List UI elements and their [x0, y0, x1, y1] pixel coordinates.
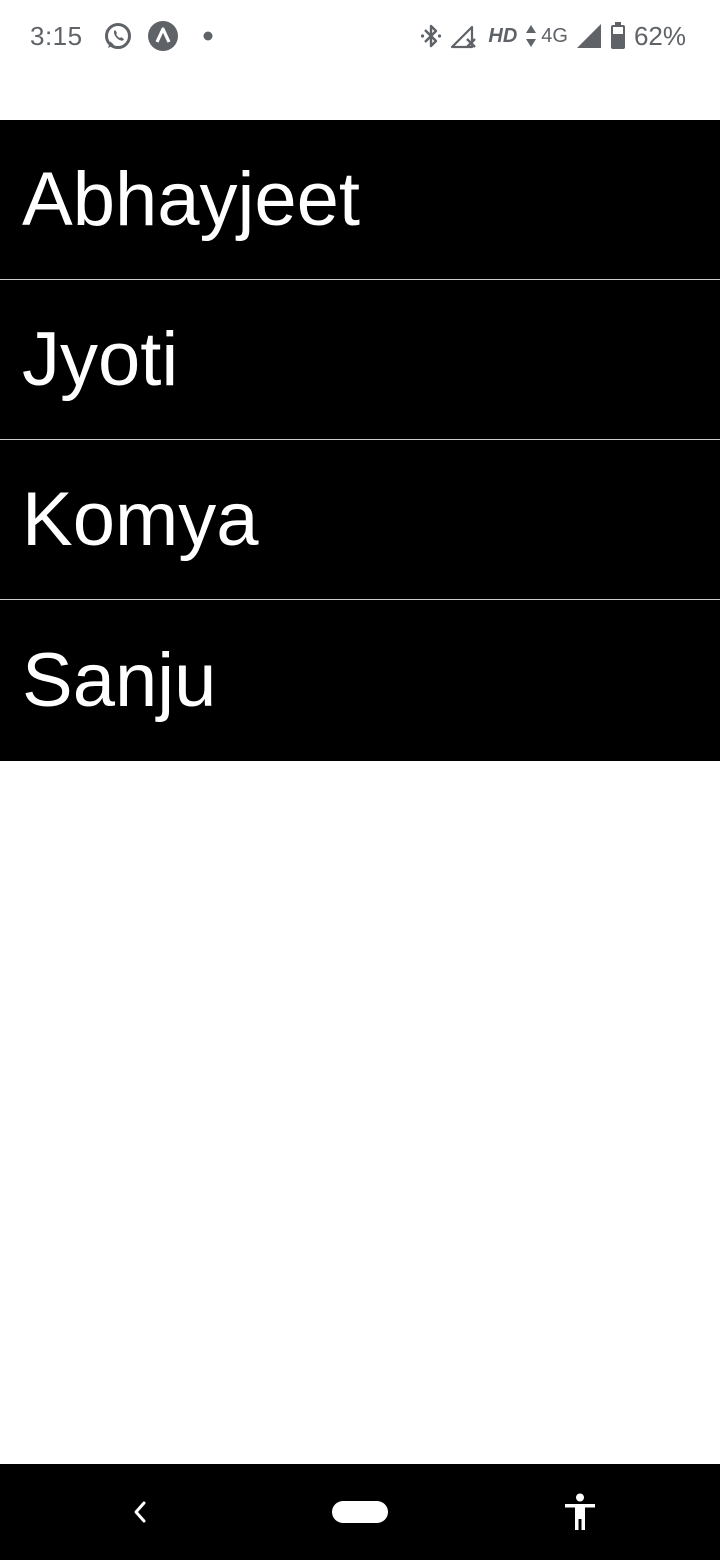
list-item-label: Komya [22, 476, 259, 562]
signal-icon [576, 23, 602, 49]
whatsapp-icon [103, 21, 133, 51]
signal-off-icon [450, 23, 478, 49]
battery-icon [610, 22, 626, 50]
hd-label: HD [488, 24, 518, 47]
list-item-label: Jyoti [22, 316, 179, 402]
status-time: 3:15 [30, 20, 83, 51]
navigation-bar [0, 1464, 720, 1560]
list-item[interactable]: Komya [0, 440, 720, 600]
network-label: 4G [541, 24, 568, 47]
list-item-label: Sanju [22, 637, 217, 723]
battery-percent: 62% [633, 20, 686, 51]
accessibility-icon[interactable] [560, 1492, 600, 1532]
status-left: 3:15 [30, 0, 213, 72]
data-arrows-icon [525, 24, 537, 48]
status-right: HD 4G 62% [412, 0, 686, 72]
bluetooth-icon [420, 23, 442, 49]
name-list: Abhayjeet Jyoti Komya Sanju [0, 120, 720, 761]
home-pill-icon[interactable] [332, 1501, 388, 1523]
back-icon[interactable] [124, 1494, 156, 1530]
status-bar: 3:15 HD 4G 62% [0, 0, 720, 72]
list-item[interactable]: Jyoti [0, 280, 720, 440]
list-item-label: Abhayjeet [22, 156, 361, 242]
app-icon [147, 20, 179, 52]
dot-icon [203, 31, 213, 41]
list-item[interactable]: Abhayjeet [0, 120, 720, 280]
list-item[interactable]: Sanju [0, 600, 720, 761]
